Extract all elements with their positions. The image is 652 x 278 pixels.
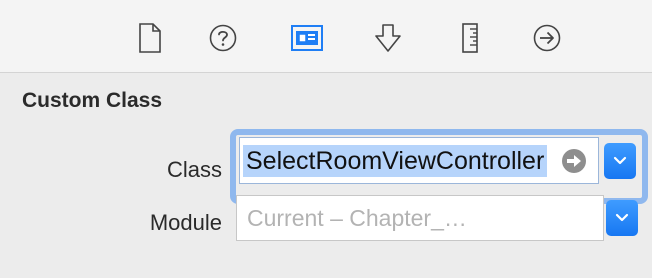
module-combo: Current – Chapter_… (236, 195, 642, 243)
identity-icon (291, 25, 323, 51)
section-title: Custom Class (22, 89, 163, 112)
class-field[interactable]: SelectRoomViewController (239, 137, 599, 184)
size-icon (462, 23, 478, 53)
module-field[interactable]: Current – Chapter_… (236, 195, 604, 241)
arrow-right-icon (567, 155, 581, 167)
file-inspector-tab[interactable] (132, 20, 168, 56)
file-icon (139, 23, 161, 53)
identity-inspector-tab[interactable] (289, 20, 325, 56)
class-combo: SelectRoomViewController (230, 129, 648, 204)
size-inspector-tab[interactable] (452, 20, 488, 56)
attributes-icon (375, 24, 401, 52)
module-label: Module (149, 210, 222, 235)
class-field-value: SelectRoomViewController (243, 145, 548, 177)
module-placeholder: Current – Chapter_… (247, 205, 467, 231)
go-to-class-button[interactable] (562, 149, 586, 173)
chevron-down-icon (613, 156, 627, 165)
custom-class-section: Custom Class Class SelectRoomViewControl… (0, 73, 652, 278)
connections-inspector-tab[interactable] (529, 20, 565, 56)
attributes-inspector-tab[interactable] (370, 20, 406, 56)
class-label: Class (166, 157, 222, 182)
chevron-down-icon (615, 213, 629, 222)
quick-help-tab[interactable] (205, 20, 241, 56)
class-dropdown-button[interactable] (604, 143, 636, 179)
inspector-toolbar (0, 0, 652, 73)
help-icon (209, 24, 237, 52)
module-dropdown-button[interactable] (606, 200, 638, 236)
connections-icon (533, 24, 561, 52)
